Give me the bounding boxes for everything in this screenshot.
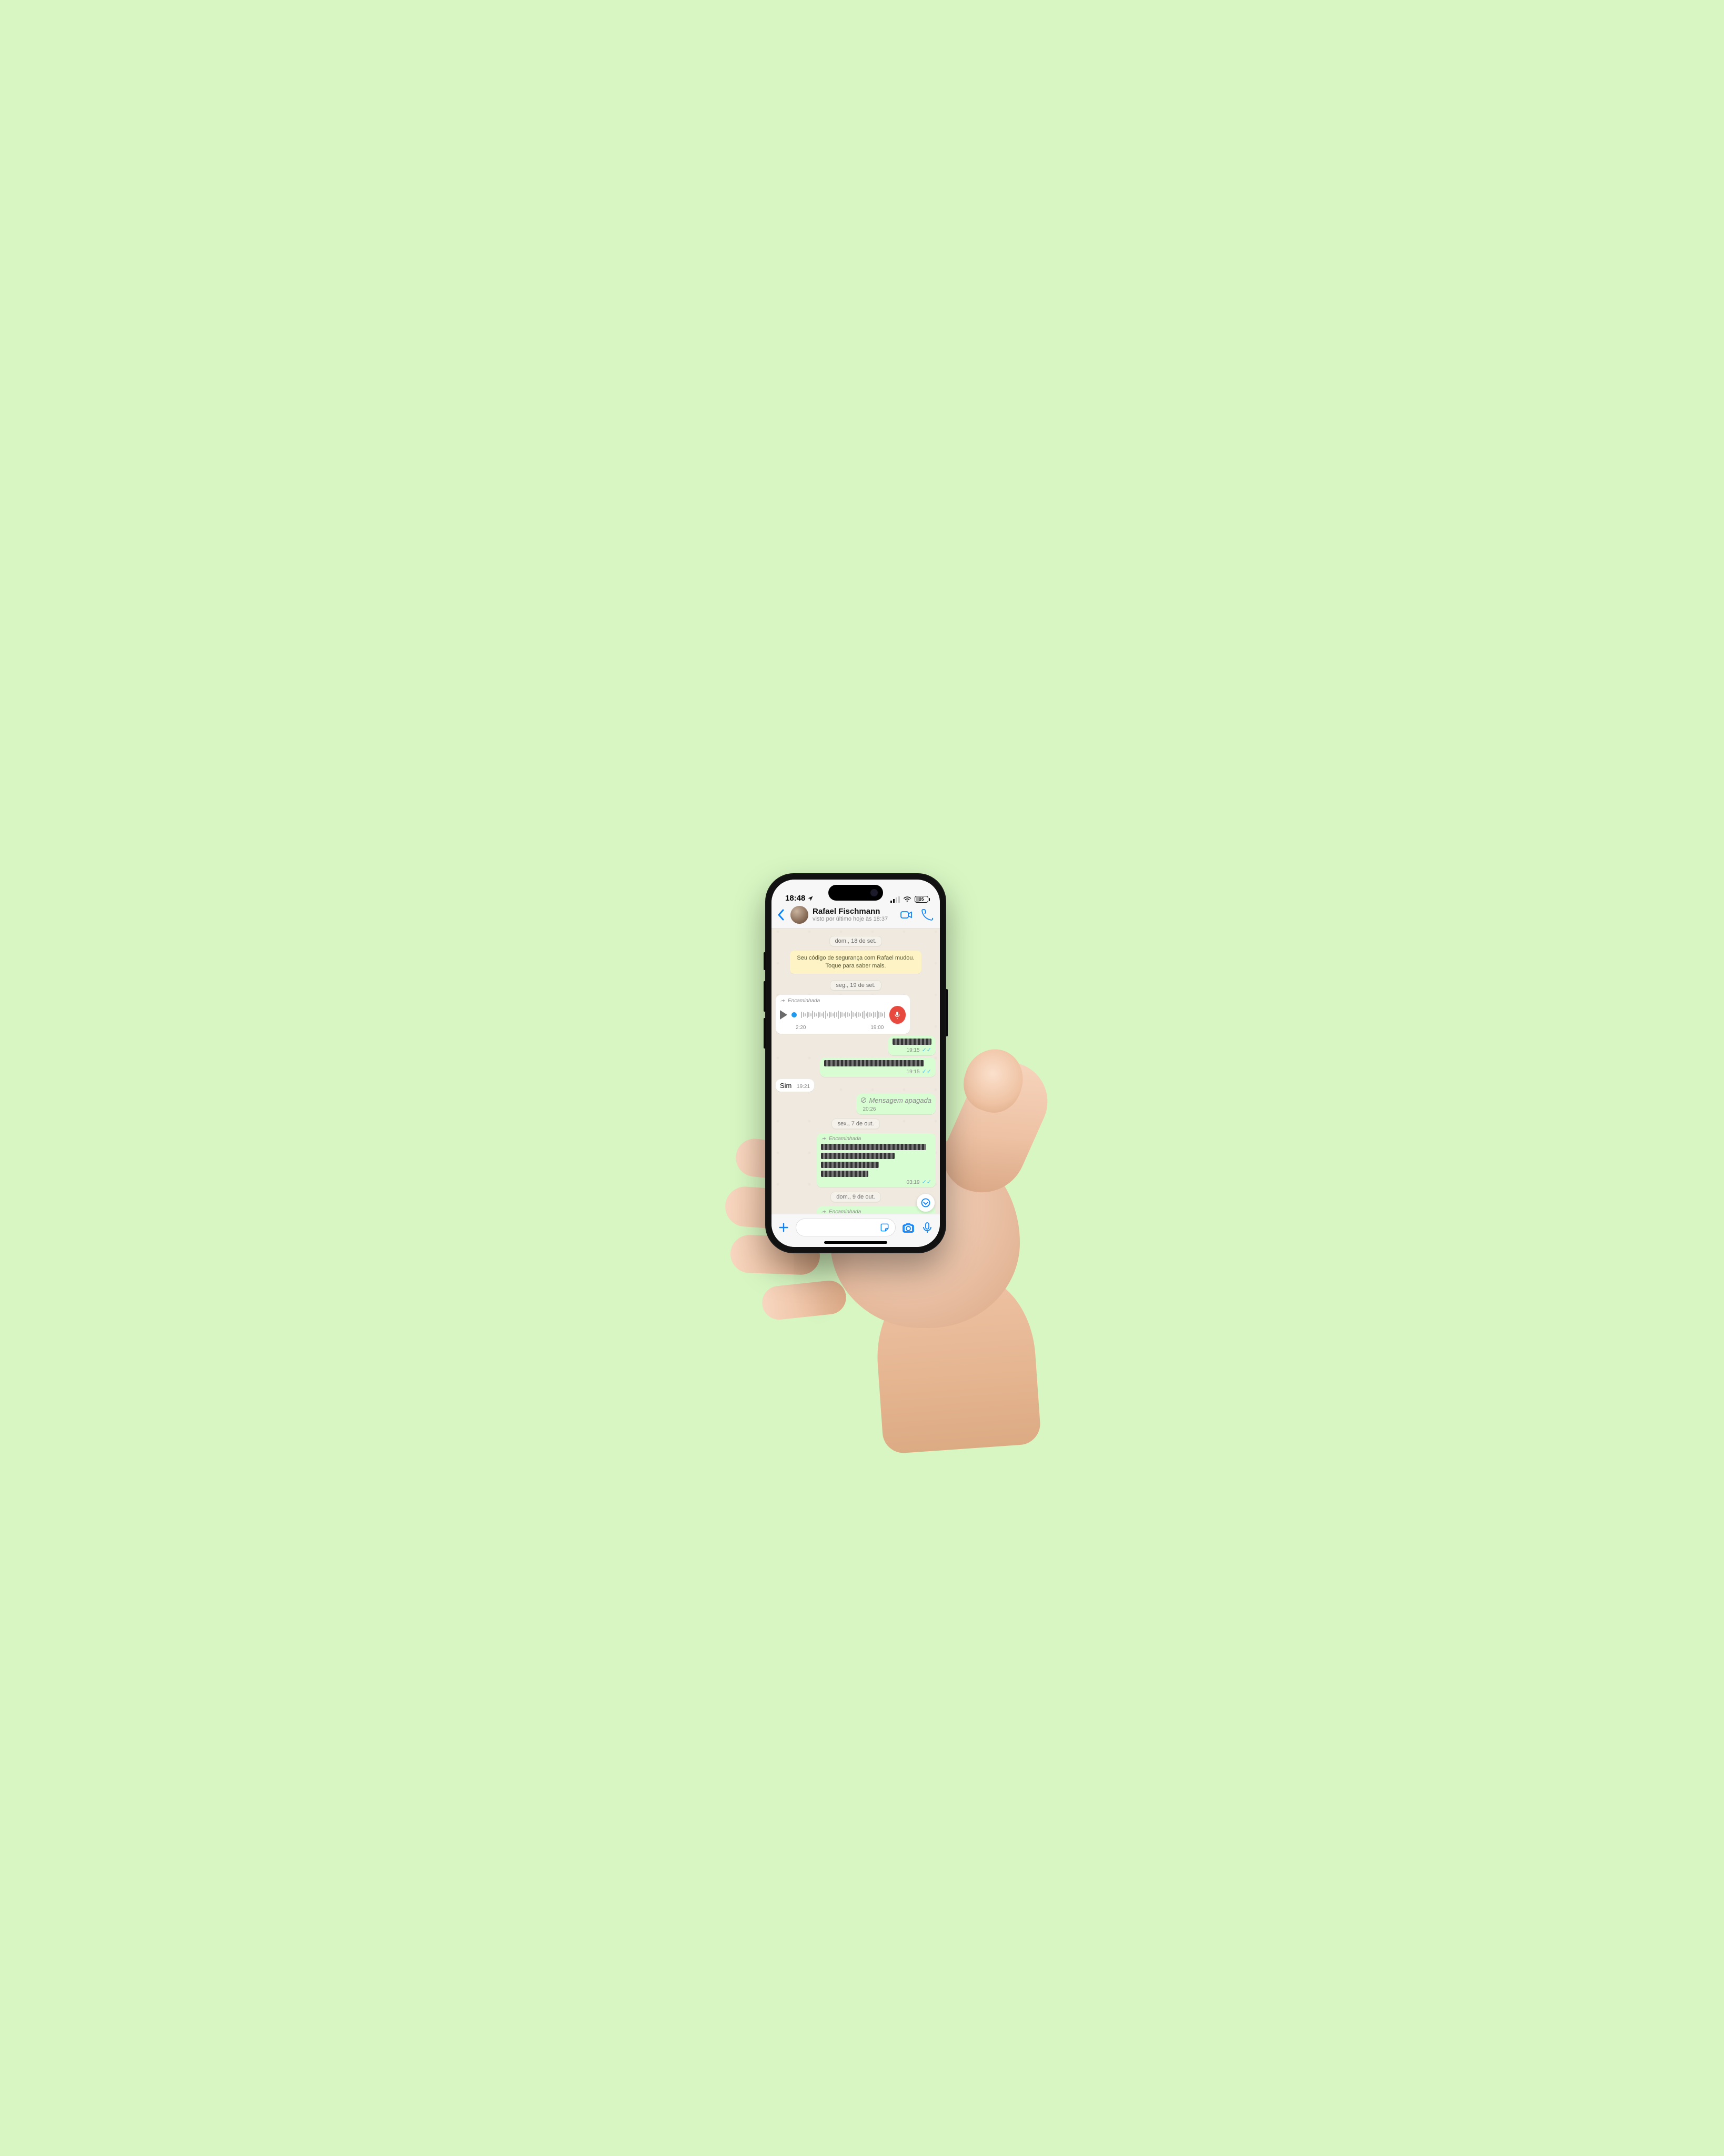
redacted-text [821,1171,868,1177]
chat-body[interactable]: dom., 18 de set. Seu código de segurança… [771,929,940,1216]
cellular-signal-icon [890,896,900,903]
message-outgoing[interactable]: 19:15 ✓✓ [888,1036,936,1055]
power-button [946,989,948,1036]
mockup-stage: 18:48 35 [599,749,1125,1407]
mute-switch [764,952,766,970]
contact-last-seen: visto por último hoje às 18:37 [813,916,896,922]
scroll-to-bottom-button[interactable] [917,1194,935,1212]
message-outgoing-forwarded[interactable]: Encaminhada 03:19 ✓✓ [817,1133,936,1187]
location-arrow-icon [807,895,814,902]
contact-name: Rafael Fischmann [813,907,896,916]
status-time: 18:48 [785,894,805,903]
home-indicator [824,1241,887,1244]
forwarded-label: Encaminhada [780,998,906,1004]
prohibited-icon [860,1097,867,1103]
date-divider: dom., 18 de set. [829,936,883,946]
voice-elapsed: 2:20 [796,1025,806,1031]
deleted-text: Mensagem apagada [869,1096,931,1104]
redacted-text [821,1153,895,1159]
phone-frame: 18:48 35 [765,873,946,1253]
phone-screen: 18:48 35 [771,880,940,1247]
voice-progress-dot[interactable] [791,1012,797,1017]
date-divider: sex., 7 de out. [831,1119,879,1129]
voice-waveform[interactable] [801,1010,885,1020]
message-text: Sim [780,1082,791,1090]
camera-button[interactable] [902,1221,915,1234]
redacted-text [893,1039,931,1045]
message-deleted-outgoing[interactable]: Mensagem apagada 20:26 [856,1094,936,1114]
read-receipt-icon: ✓✓ [922,1069,931,1075]
security-code-notice[interactable]: Seu código de segurança com Rafael mudou… [790,951,921,974]
voice-message-incoming[interactable]: Encaminhada [776,995,910,1034]
redacted-text [821,1144,926,1150]
mic-avatar-icon [889,1006,906,1024]
date-divider: dom., 9 de out. [830,1192,880,1202]
read-receipt-icon: ✓✓ [922,1180,931,1185]
message-time: 19:15 [907,1047,920,1053]
sticker-button[interactable] [879,1222,890,1233]
attach-button[interactable] [778,1222,789,1233]
message-incoming[interactable]: Sim 19:21 [776,1079,814,1092]
volume-up-button [764,981,766,1012]
wifi-icon [903,896,911,903]
forwarded-label: Encaminhada [821,1136,931,1142]
message-time: 19:21 [797,1084,810,1090]
voice-call-button[interactable] [921,909,934,921]
message-time: 20:26 [863,1106,876,1112]
battery-percentage: 35 [919,897,924,902]
read-receipt-icon: ✓✓ [922,1047,931,1053]
play-icon[interactable] [780,1010,787,1020]
chat-header: Rafael Fischmann visto por último hoje à… [771,904,940,929]
message-input-bar [771,1214,940,1247]
battery-indicator: 35 [915,896,928,903]
voice-record-button[interactable] [921,1221,934,1234]
message-outgoing[interactable]: 19:15 ✓✓ [820,1057,936,1077]
voice-timestamp: 19:00 [870,1025,884,1031]
avatar[interactable] [790,906,808,924]
contact-info[interactable]: Rafael Fischmann visto por último hoje à… [813,907,896,923]
message-time: 19:15 [907,1069,920,1075]
date-divider: seg., 19 de set. [830,980,881,991]
back-button[interactable] [776,907,786,922]
dynamic-island [828,885,883,901]
video-call-button[interactable] [900,909,913,921]
volume-down-button [764,1018,766,1049]
message-time: 03:19 [907,1180,920,1185]
message-input[interactable] [796,1219,896,1236]
redacted-text [821,1162,879,1168]
redacted-text [824,1060,924,1066]
